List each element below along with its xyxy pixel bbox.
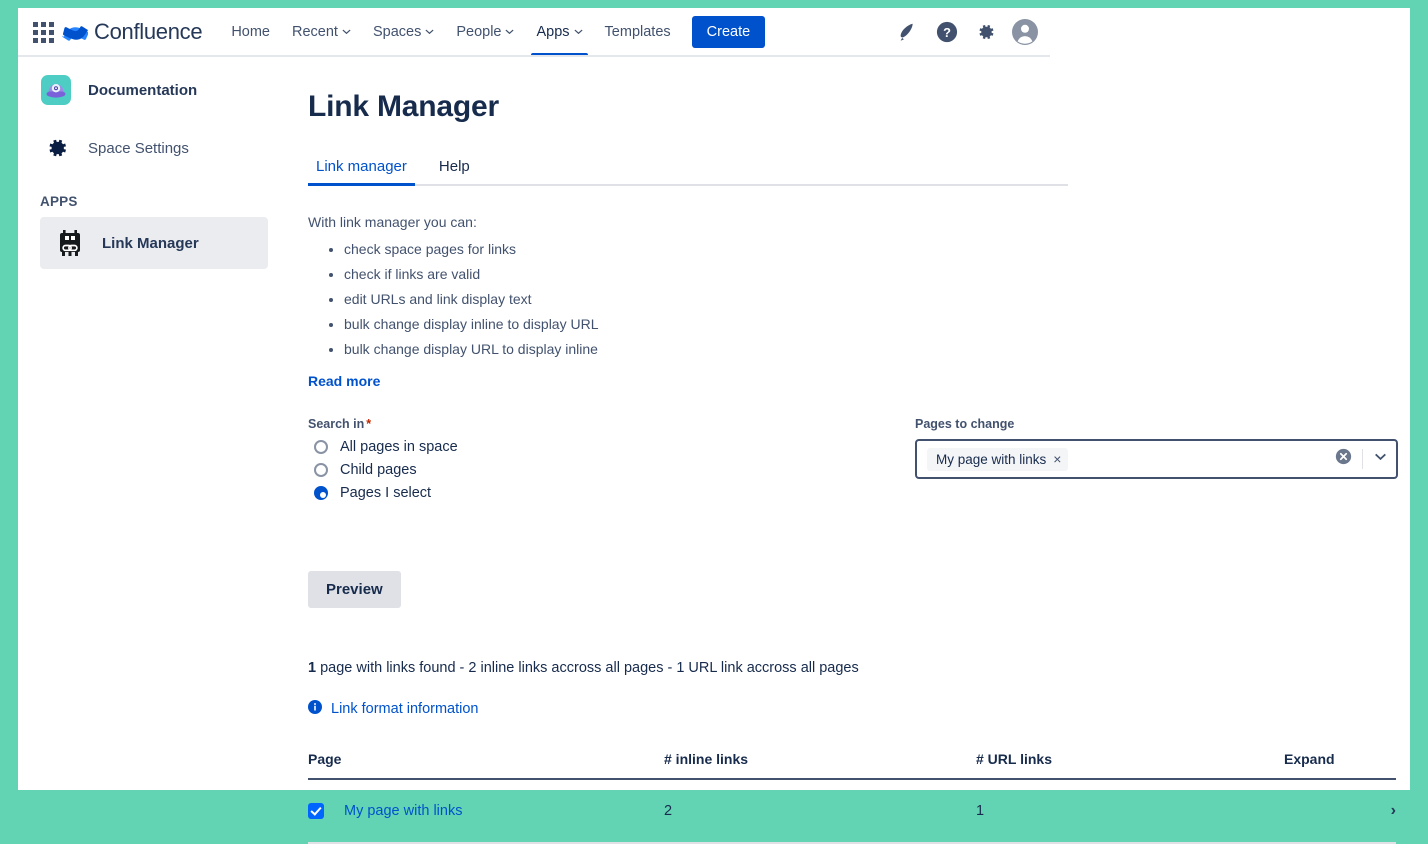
table-row: My page with links 2 1 › [308,779,1396,843]
nav-item-home[interactable]: Home [220,8,281,56]
sidebar-item-space-home[interactable]: Documentation [18,68,290,112]
column-header-url-links: # URL links [976,751,1284,779]
results-table-head: Page # inline links # URL links Expand [308,751,1396,779]
tab-label: Help [439,158,470,175]
sidebar-item-space-settings[interactable]: Space Settings [18,126,290,170]
tab-bar: Link manager Help [308,158,1068,186]
cell-inline-links: 2 [664,779,976,843]
list-item: bulk change display inline to display UR… [344,315,1392,334]
sidebar-space-name: Documentation [88,82,197,99]
confluence-logo-link[interactable]: Confluence [62,19,202,45]
nav-item-label: Home [231,24,270,40]
brand-name: Confluence [94,19,202,45]
space-sidebar: Documentation Space Settings APPS [18,68,290,269]
app-window: Confluence Home Recent Spaces People App… [18,8,1410,790]
select-actions [1335,448,1388,470]
preview-button[interactable]: Preview [308,571,401,608]
help-icon[interactable]: ? [936,21,958,43]
tab-link-manager[interactable]: Link manager [308,158,415,184]
expand-row-chevron-icon[interactable]: › [1391,802,1396,819]
sidebar-section-apps: APPS [18,194,290,209]
list-item: edit URLs and link display text [344,290,1392,309]
chevron-down-icon [505,27,514,36]
radio-label: Pages I select [340,485,431,501]
info-icon [308,700,322,718]
results-table: Page # inline links # URL links Expand M… [308,751,1396,844]
global-nav-divider [18,55,1050,57]
list-item: check if links are valid [344,265,1392,284]
result-count: 1 [308,660,316,676]
nav-item-label: Apps [536,24,569,40]
link-manager-icon [54,227,86,259]
nav-item-people[interactable]: People [445,8,525,56]
column-header-expand: Expand [1284,751,1396,779]
confluence-logo-icon [62,19,88,45]
sidebar-item-label: Link Manager [102,235,199,252]
sidebar-item-label: Space Settings [88,140,189,157]
tab-help[interactable]: Help [431,158,478,184]
tab-label: Link manager [316,158,407,175]
chevron-down-icon[interactable] [1373,449,1388,469]
column-header-page: Page [308,751,664,779]
global-nav-actions: ? [898,8,1038,56]
page-link[interactable]: My page with links [344,803,462,819]
nav-item-apps[interactable]: Apps [525,8,593,56]
notifications-bell-icon[interactable] [898,21,920,43]
settings-gear-icon [40,132,72,164]
feature-list: check space pages for links check if lin… [308,240,1392,358]
selected-page-chip[interactable]: My page with links × [927,448,1068,471]
cell-url-links: 1 [976,779,1284,843]
chevron-down-icon [425,27,434,36]
search-form: Search in* All pages in space Child page… [308,417,1392,527]
radio-indicator[interactable] [314,440,328,454]
chevron-down-icon [574,27,583,36]
read-more-link[interactable]: Read more [308,373,380,389]
chip-remove-icon[interactable]: × [1053,452,1061,466]
space-avatar-icon [40,74,72,106]
required-marker: * [366,417,371,431]
radio-pages-i-select[interactable]: Pages I select [314,485,1392,501]
chip-label: My page with links [936,452,1046,467]
nav-item-label: People [456,24,501,40]
pages-to-change-label: Pages to change [915,417,1398,431]
page-title: Link Manager [308,90,1392,124]
nav-item-label: Spaces [373,24,421,40]
link-format-label: Link format information [331,701,478,717]
result-summary-text: page with links found - 2 inline links a… [316,660,859,676]
clear-all-icon[interactable] [1335,448,1352,470]
list-item: check space pages for links [344,240,1392,259]
svg-text:?: ? [943,25,951,40]
column-header-inline-links: # inline links [664,751,976,779]
radio-indicator[interactable] [314,463,328,477]
select-divider [1362,449,1363,469]
nav-item-label: Templates [605,24,671,40]
intro-text: With link manager you can: [308,214,1392,230]
cell-expand: › [1284,779,1396,843]
results-table-body: My page with links 2 1 › [308,779,1396,843]
create-button[interactable]: Create [692,16,766,48]
table-header-row: Page # inline links # URL links Expand [308,751,1396,779]
radio-label: Child pages [340,462,417,478]
pages-to-change-select[interactable]: My page with links × [915,439,1398,479]
result-summary: 1 page with links found - 2 inline links… [308,660,1392,676]
radio-indicator[interactable] [314,486,328,500]
list-item: bulk change display URL to display inlin… [344,340,1392,359]
main-content: Link Manager Link manager Help With link… [308,90,1392,844]
nav-item-templates[interactable]: Templates [594,8,682,56]
user-avatar-icon[interactable] [1012,19,1038,45]
field-label-text: Search in [308,417,364,431]
link-format-information-link[interactable]: Link format information [308,700,478,718]
pages-to-change-group: Pages to change My page with links × [915,417,1398,479]
row-checkbox[interactable] [308,803,324,819]
nav-item-spaces[interactable]: Spaces [362,8,445,56]
cell-page: My page with links [308,779,664,843]
nav-item-label: Recent [292,24,338,40]
settings-gear-icon[interactable] [974,21,996,43]
chevron-down-icon [342,27,351,36]
global-navigation-bar: Confluence Home Recent Spaces People App… [18,8,1050,56]
radio-label: All pages in space [340,439,458,455]
nav-item-recent[interactable]: Recent [281,8,362,56]
app-switcher-icon[interactable] [30,19,56,45]
sidebar-item-link-manager[interactable]: Link Manager [40,217,268,269]
